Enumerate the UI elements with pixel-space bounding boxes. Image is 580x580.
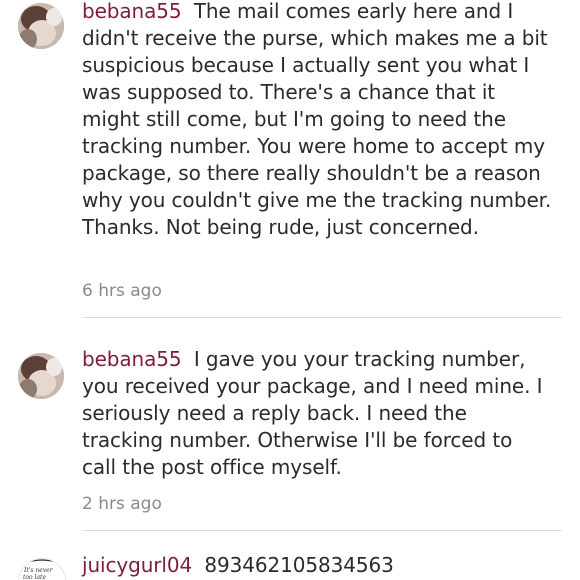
- avatar[interactable]: It's never too late: [18, 558, 66, 580]
- comment-text: 893462105834563: [204, 553, 394, 577]
- comment-username[interactable]: juicygurl04: [82, 553, 192, 577]
- svg-text:too late: too late: [23, 574, 46, 580]
- script-logo-icon: It's never too late: [19, 559, 65, 580]
- comment: It's never too late juicygurl04 89346210…: [0, 0, 580, 580]
- svg-text:It's never: It's never: [23, 567, 54, 574]
- comment-body: juicygurl04 893462105834563: [82, 552, 552, 579]
